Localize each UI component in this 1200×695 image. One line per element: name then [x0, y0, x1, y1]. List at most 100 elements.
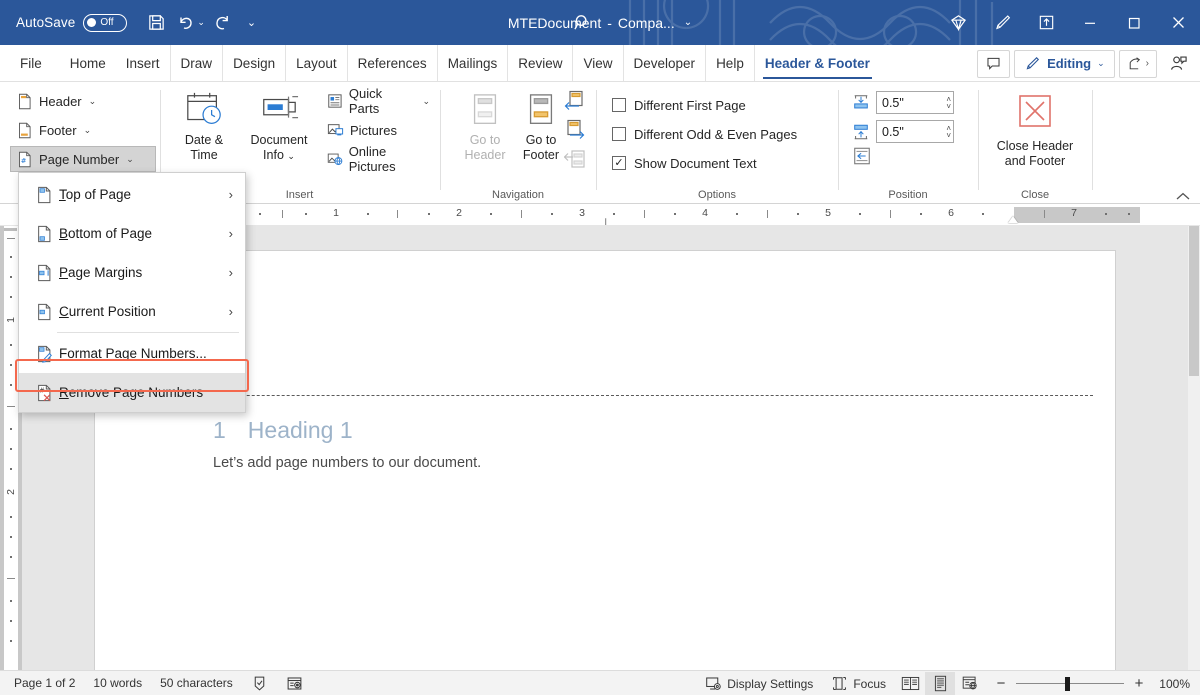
next-section-button[interactable]	[564, 119, 586, 141]
spinner-arrows[interactable]: ˄ ˅	[946, 96, 951, 110]
window-controls	[936, 0, 1200, 45]
title-separator: -	[607, 15, 612, 31]
scroll-up-indicator[interactable]	[4, 228, 17, 231]
document-body-text[interactable]: Let’s add page numbers to our document.	[213, 455, 481, 471]
close-button[interactable]	[1156, 0, 1200, 45]
save-button[interactable]	[141, 8, 171, 38]
menu-item-page-margins[interactable]: Page Margins ›	[19, 253, 245, 292]
header-button[interactable]: Header ⌄	[10, 88, 103, 114]
ribbon-group-position: 0.5" ˄ ˅ 0.5" ˄ ˅	[840, 82, 976, 204]
document-info-button[interactable]: Document Info ⌄	[242, 86, 316, 164]
scrollbar-thumb[interactable]	[1189, 226, 1199, 376]
tab-review[interactable]: Review	[508, 45, 573, 81]
minimize-button[interactable]	[1068, 0, 1112, 45]
different-odd-even-pages-checkbox[interactable]: Different Odd & Even Pages	[612, 120, 797, 148]
zoom-control[interactable]: − + 100%	[985, 675, 1196, 692]
footer-button[interactable]: Footer ⌄	[10, 117, 98, 143]
customize-quick-access-toolbar-button[interactable]: ⌄	[247, 16, 256, 29]
different-first-page-checkbox[interactable]: Different First Page	[612, 91, 746, 119]
tab-home[interactable]: Home	[60, 45, 116, 81]
tab-view[interactable]: View	[573, 45, 623, 81]
comments-button[interactable]	[977, 50, 1010, 78]
menu-item-bottom-of-page[interactable]: Bottom of Page ›	[19, 214, 245, 253]
spin-down-icon[interactable]: ˅	[946, 132, 951, 139]
zoom-in-button[interactable]: +	[1133, 675, 1145, 692]
autosave-toggle-knob	[87, 18, 96, 27]
web-layout-button[interactable]	[955, 672, 985, 695]
tab-design[interactable]: Design	[223, 45, 286, 81]
display-settings-button[interactable]: Display Settings	[696, 671, 822, 695]
chevron-down-icon[interactable]: ⌄	[684, 17, 692, 28]
different-odd-even-pages-label: Different Odd & Even Pages	[634, 127, 797, 142]
footer-button-label: Footer	[39, 123, 77, 138]
document-page[interactable]: 1Heading 1 Let’s add page numbers to our…	[94, 250, 1116, 670]
checkbox-box	[612, 127, 626, 141]
editing-mode-button[interactable]: Editing ⌄	[1014, 50, 1115, 78]
show-document-text-checkbox[interactable]: ✓ Show Document Text	[612, 149, 757, 177]
autosave-toggle[interactable]: Off	[83, 14, 127, 32]
right-indent-marker[interactable]	[1008, 216, 1018, 223]
page-indicator[interactable]: Page 1 of 2	[0, 671, 84, 695]
tab-header-and-footer[interactable]: Header & Footer	[755, 45, 880, 81]
tab-help[interactable]: Help	[706, 45, 755, 81]
tab-draw[interactable]: Draw	[171, 45, 224, 81]
redo-button[interactable]	[207, 8, 237, 38]
go-to-footer-button[interactable]: Go toFooter	[510, 88, 572, 163]
footer-from-bottom-input[interactable]: 0.5" ˄ ˅	[876, 120, 954, 143]
online-pictures-button[interactable]: Online Pictures	[320, 146, 437, 172]
undo-dropdown-caret[interactable]: ⌄	[197, 17, 205, 28]
zoom-out-button[interactable]: −	[995, 675, 1007, 692]
document-heading[interactable]: 1Heading 1	[213, 417, 353, 444]
collapse-ribbon-button[interactable]	[1176, 192, 1190, 201]
proofing-button[interactable]	[242, 671, 277, 695]
tab-mailings[interactable]: Mailings	[438, 45, 509, 81]
word-count[interactable]: 10 words	[84, 671, 151, 695]
page-number-margins-icon	[29, 264, 59, 282]
header-from-top-input[interactable]: 0.5" ˄ ˅	[876, 91, 954, 114]
quick-parts-button[interactable]: Quick Parts ⌄	[320, 88, 437, 114]
menu-item-top-of-page[interactable]: Top of Page ›	[19, 175, 245, 214]
spinner-arrows[interactable]: ˄ ˅	[946, 125, 951, 139]
insert-alignment-tab-button[interactable]	[852, 146, 872, 166]
tab-references[interactable]: References	[348, 45, 438, 81]
page-number-button[interactable]: # Page Number ⌄	[10, 146, 156, 172]
ribbon-display-options-button[interactable]	[1024, 0, 1068, 45]
vertical-scrollbar[interactable]	[1188, 226, 1200, 670]
close-header-and-footer-button[interactable]: Close Headerand Footer	[980, 88, 1090, 169]
save-icon	[147, 13, 166, 32]
previous-section-button[interactable]	[564, 90, 586, 112]
read-mode-button[interactable]	[895, 672, 925, 695]
menu-item-format-page-numbers[interactable]: Format Page Numbers...	[19, 334, 245, 373]
character-count[interactable]: 50 characters	[151, 671, 242, 695]
header-document-icon	[17, 93, 33, 110]
maximize-button[interactable]	[1112, 0, 1156, 45]
zoom-slider-handle[interactable]	[1065, 677, 1070, 691]
ruler-number: 1	[333, 207, 339, 219]
group-divider	[596, 90, 597, 190]
accessibility-button[interactable]	[277, 671, 312, 695]
tab-file[interactable]: File	[0, 45, 60, 81]
link-to-previous-button[interactable]	[564, 148, 586, 170]
spin-down-icon[interactable]: ˅	[946, 103, 951, 110]
menu-item-remove-page-numbers[interactable]: # Remove Page Numbers	[19, 373, 245, 412]
tab-stop-marker[interactable]: ⊥	[601, 216, 611, 226]
copilot-button[interactable]	[936, 0, 980, 45]
copilot-diamond-icon	[949, 13, 968, 32]
tab-layout[interactable]: Layout	[286, 45, 348, 81]
collaborate-button[interactable]	[1161, 50, 1196, 78]
go-to-header-button[interactable]: Go toHeader	[454, 88, 516, 163]
tab-insert[interactable]: Insert	[116, 45, 171, 81]
share-button[interactable]: ›	[1119, 50, 1157, 78]
document-info-icon	[258, 90, 300, 130]
focus-mode-button[interactable]: Focus	[822, 671, 895, 695]
ink-pen-icon	[993, 13, 1012, 32]
menu-item-current-position[interactable]: Current Position ›	[19, 292, 245, 331]
zoom-slider[interactable]	[1016, 677, 1124, 691]
search-button[interactable]	[560, 0, 604, 45]
date-and-time-button[interactable]: Date &Time	[170, 86, 238, 163]
print-layout-button[interactable]	[925, 672, 955, 695]
pictures-button[interactable]: Pictures	[320, 117, 404, 143]
tab-developer[interactable]: Developer	[624, 45, 707, 81]
zoom-level-label[interactable]: 100%	[1154, 677, 1190, 691]
ink-pen-button[interactable]	[980, 0, 1024, 45]
